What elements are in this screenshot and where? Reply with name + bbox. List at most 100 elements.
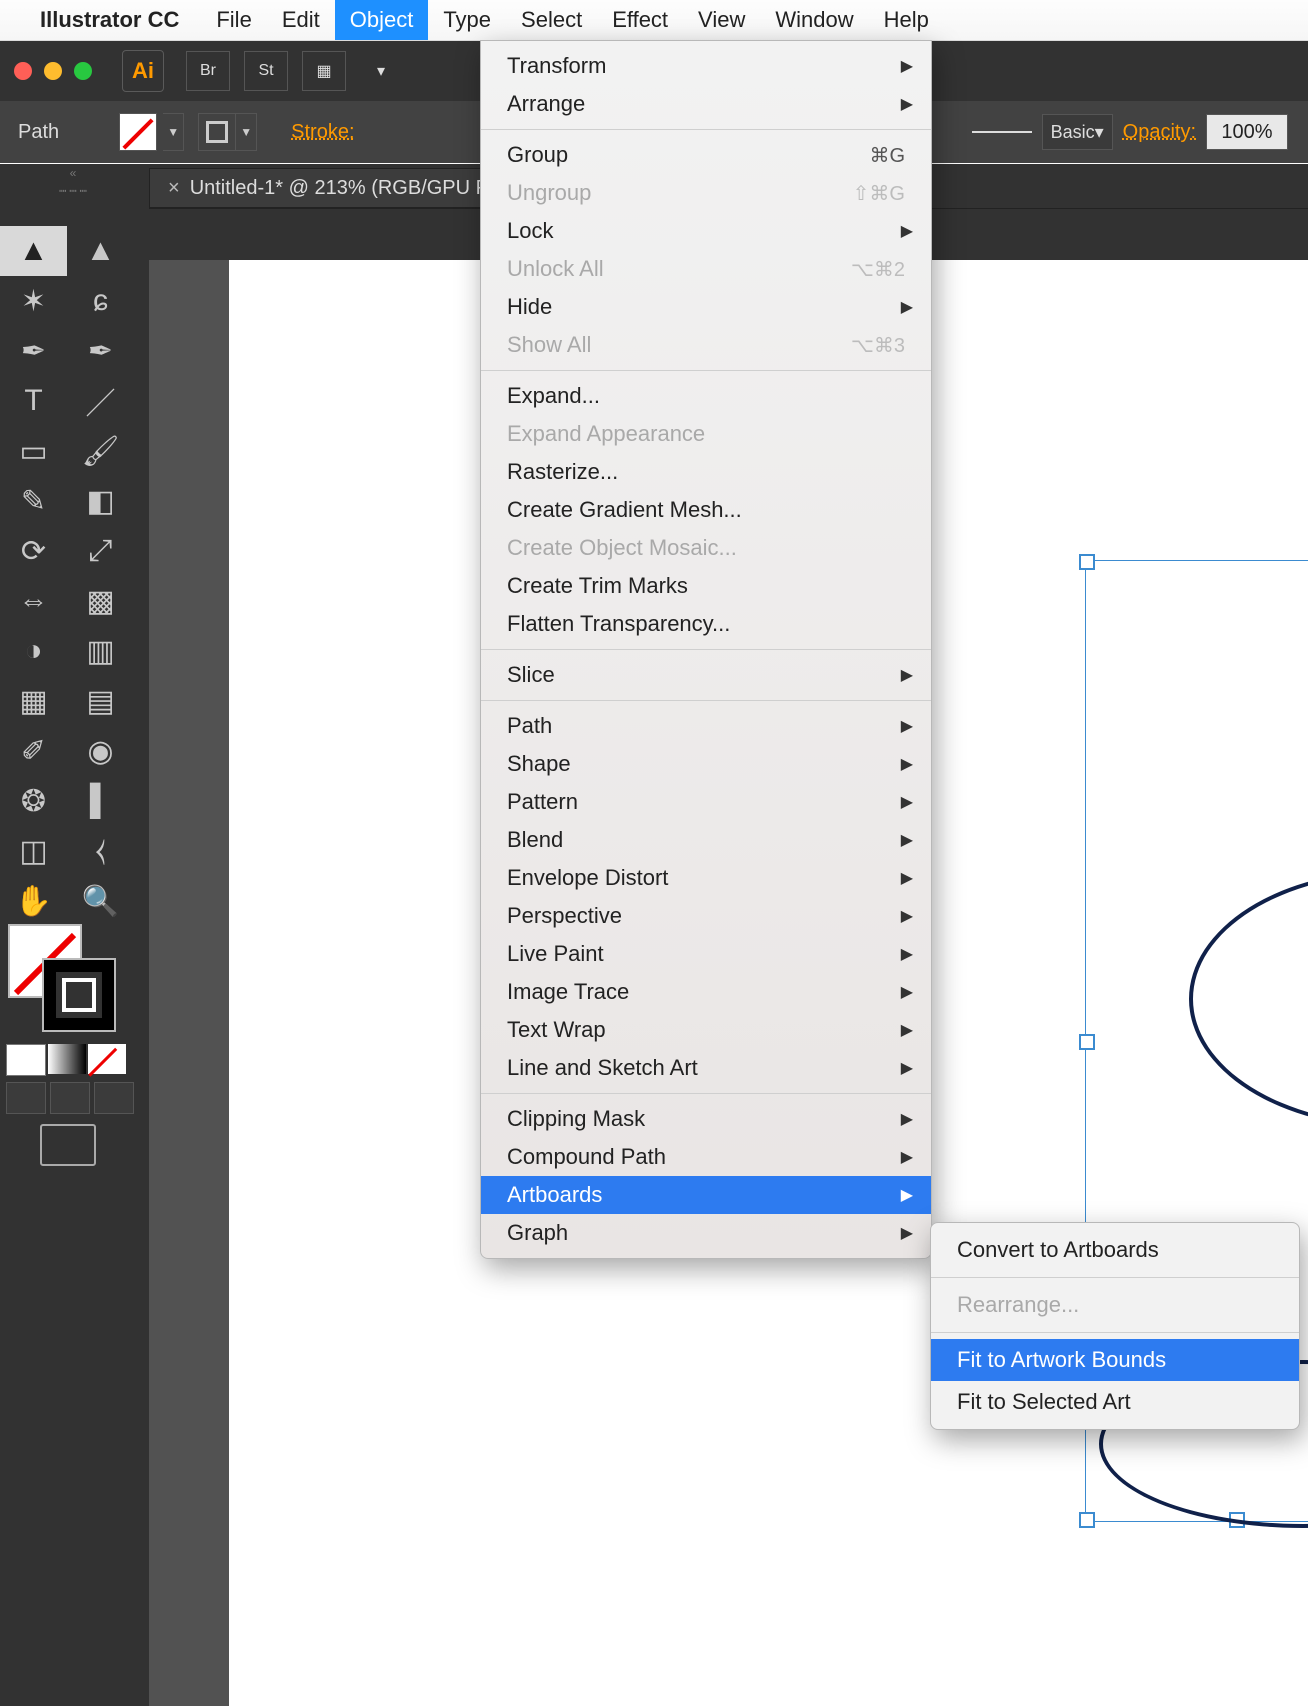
symbol-sprayer-tool[interactable]: ❂ xyxy=(0,776,67,826)
menu-item-create-object-mosaic-: Create Object Mosaic... xyxy=(481,529,931,567)
menu-item-perspective[interactable]: Perspective▶ xyxy=(481,897,931,935)
menu-window[interactable]: Window xyxy=(760,0,868,40)
handle-tl[interactable] xyxy=(1079,554,1095,570)
opacity-field[interactable]: 100% xyxy=(1206,114,1288,150)
eyedropper-tool[interactable]: ✐ xyxy=(0,726,67,776)
menu-item-lock[interactable]: Lock▶ xyxy=(481,212,931,250)
stock-button[interactable]: St xyxy=(244,51,288,91)
handle-ml[interactable] xyxy=(1079,1034,1095,1050)
submenu-arrow-icon: ▶ xyxy=(901,665,913,685)
handle-bl[interactable] xyxy=(1079,1512,1095,1528)
zoom-window-button[interactable] xyxy=(74,62,92,80)
menu-item-arrange[interactable]: Arrange▶ xyxy=(481,85,931,123)
menu-item-expand-[interactable]: Expand... xyxy=(481,377,931,415)
fill-swatch[interactable] xyxy=(119,113,157,151)
menu-item-slice[interactable]: Slice▶ xyxy=(481,656,931,694)
magic-wand-tool[interactable]: ✶ xyxy=(0,276,67,326)
rotate-tool[interactable]: ⟳ xyxy=(0,526,67,576)
scale-tool[interactable]: ⤢ xyxy=(67,526,134,576)
menu-item-compound-path[interactable]: Compound Path▶ xyxy=(481,1138,931,1176)
screen-mode-button[interactable] xyxy=(40,1124,96,1166)
menu-item-image-trace[interactable]: Image Trace▶ xyxy=(481,973,931,1011)
stroke-swatch[interactable] xyxy=(198,113,236,151)
menu-item-pattern[interactable]: Pattern▶ xyxy=(481,783,931,821)
menu-edit[interactable]: Edit xyxy=(267,0,335,40)
menu-object[interactable]: Object xyxy=(335,0,429,40)
stroke-indicator[interactable] xyxy=(42,958,116,1032)
mesh-tool[interactable]: ▦ xyxy=(0,676,67,726)
menu-item-flatten-transparency-[interactable]: Flatten Transparency... xyxy=(481,605,931,643)
free-transform-tool[interactable]: ▩ xyxy=(67,576,134,626)
minimize-window-button[interactable] xyxy=(44,62,62,80)
menu-view[interactable]: View xyxy=(683,0,760,40)
fill-dropdown[interactable]: ▼ xyxy=(163,113,184,151)
submenu-item-convert-to-artboards[interactable]: Convert to Artboards xyxy=(931,1229,1299,1271)
pen-tool[interactable]: ✒ xyxy=(0,326,67,376)
graphic-style-select[interactable]: Basic ▾ xyxy=(1042,114,1113,150)
menu-help[interactable]: Help xyxy=(869,0,944,40)
zoom-tool[interactable]: 🔍 xyxy=(67,876,134,926)
menu-item-live-paint[interactable]: Live Paint▶ xyxy=(481,935,931,973)
close-window-button[interactable] xyxy=(14,62,32,80)
line-tool[interactable]: ／ xyxy=(67,376,134,426)
submenu-item-fit-to-artwork-bounds[interactable]: Fit to Artwork Bounds xyxy=(931,1339,1299,1381)
menu-item-blend[interactable]: Blend▶ xyxy=(481,821,931,859)
object-menu-dropdown: Transform▶Arrange▶ Group⌘GUngroup⇧⌘GLock▶… xyxy=(480,40,932,1259)
menu-item-transform[interactable]: Transform▶ xyxy=(481,47,931,85)
menu-effect[interactable]: Effect xyxy=(597,0,683,40)
menu-item-shape[interactable]: Shape▶ xyxy=(481,745,931,783)
stroke-label[interactable]: Stroke: xyxy=(291,121,354,144)
paintbrush-tool[interactable]: 🖌 xyxy=(67,426,134,476)
artboard-tool[interactable]: ◫ xyxy=(0,826,67,876)
menu-item-group[interactable]: Group⌘G xyxy=(481,136,931,174)
menu-file[interactable]: File xyxy=(201,0,266,40)
menu-select[interactable]: Select xyxy=(506,0,597,40)
menu-item-create-gradient-mesh-[interactable]: Create Gradient Mesh... xyxy=(481,491,931,529)
hand-tool[interactable]: ✋ xyxy=(0,876,67,926)
perspective-grid-tool[interactable]: ▥ xyxy=(67,626,134,676)
arrange-documents-button[interactable]: ▦ xyxy=(302,51,346,91)
column-graph-tool[interactable]: ▌ xyxy=(67,776,134,826)
more-icon[interactable]: ▾ xyxy=(360,52,402,90)
draw-normal[interactable] xyxy=(6,1082,46,1114)
width-tool[interactable]: ⇔ xyxy=(0,576,67,626)
color-mode-gradient[interactable] xyxy=(48,1044,86,1074)
menu-type[interactable]: Type xyxy=(428,0,506,40)
menu-item-line-and-sketch-art[interactable]: Line and Sketch Art▶ xyxy=(481,1049,931,1087)
submenu-arrow-icon: ▶ xyxy=(901,982,913,1002)
blend-tool[interactable]: ◉ xyxy=(67,726,134,776)
menu-item-hide[interactable]: Hide▶ xyxy=(481,288,931,326)
opacity-label[interactable]: Opacity: xyxy=(1123,121,1196,144)
shape-builder-tool[interactable]: ◑ xyxy=(0,626,67,676)
fill-stroke-control[interactable] xyxy=(8,924,116,1032)
pencil-tool[interactable]: ✎ xyxy=(0,476,67,526)
menu-item-text-wrap[interactable]: Text Wrap▶ xyxy=(481,1011,931,1049)
draw-behind[interactable] xyxy=(50,1082,90,1114)
draw-inside[interactable] xyxy=(94,1082,134,1114)
menu-item-rasterize-[interactable]: Rasterize... xyxy=(481,453,931,491)
menu-item-ungroup: Ungroup⇧⌘G xyxy=(481,174,931,212)
color-mode-solid[interactable] xyxy=(6,1044,46,1076)
menu-item-create-trim-marks[interactable]: Create Trim Marks xyxy=(481,567,931,605)
lasso-tool[interactable]: ɕ xyxy=(67,276,134,326)
slice-tool[interactable]: ⧼ xyxy=(67,826,134,876)
submenu-item-fit-to-selected-art[interactable]: Fit to Selected Art xyxy=(931,1381,1299,1423)
menu-item-graph[interactable]: Graph▶ xyxy=(481,1214,931,1252)
menu-item-artboards[interactable]: Artboards▶ xyxy=(481,1176,931,1214)
gradient-tool[interactable]: ▤ xyxy=(67,676,134,726)
stroke-dropdown[interactable]: ▼ xyxy=(236,113,257,151)
menu-item-envelope-distort[interactable]: Envelope Distort▶ xyxy=(481,859,931,897)
bridge-button[interactable]: Br xyxy=(186,51,230,91)
selection-tool[interactable]: ▲ xyxy=(0,226,67,276)
color-mode-none[interactable] xyxy=(88,1044,126,1074)
curvature-tool[interactable]: ✒ xyxy=(67,326,134,376)
menu-item-path[interactable]: Path▶ xyxy=(481,707,931,745)
rectangle-tool[interactable]: ▭ xyxy=(0,426,67,476)
menu-item-clipping-mask[interactable]: Clipping Mask▶ xyxy=(481,1100,931,1138)
type-tool[interactable]: T xyxy=(0,376,67,426)
eraser-tool[interactable]: ◧ xyxy=(67,476,134,526)
direct-selection-tool[interactable]: ▲ xyxy=(67,226,134,276)
panel-grip2-icon[interactable]: ┉┉┉ xyxy=(0,182,149,200)
close-tab-icon[interactable]: × xyxy=(168,177,180,200)
panel-grip-icon[interactable]: « xyxy=(0,164,149,182)
